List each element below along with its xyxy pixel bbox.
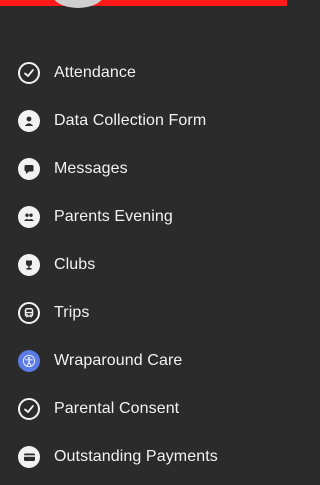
menu-item-label: Attendance — [54, 64, 136, 81]
menu-item-label: Messages — [54, 160, 128, 177]
menu-item-label: Data Collection Form — [54, 112, 207, 129]
menu-item-attendance[interactable]: Attendance — [0, 53, 287, 93]
chat-bubble-icon — [18, 158, 40, 180]
menu-item-trips[interactable]: Trips — [0, 293, 287, 333]
top-header — [0, 0, 287, 40]
menu-item-label: Wraparound Care — [54, 352, 183, 369]
menu-item-messages[interactable]: Messages — [0, 149, 287, 189]
menu-item-data-collection-form[interactable]: Data Collection Form — [0, 101, 287, 141]
menu-item-parental-consent[interactable]: Parental Consent — [0, 389, 287, 429]
menu-item-parents-evening[interactable]: Parents Evening — [0, 197, 287, 237]
menu-item-label: Outstanding Payments — [54, 448, 218, 465]
people-icon — [18, 206, 40, 228]
menu-item-label: Parental Consent — [54, 400, 180, 417]
bus-icon — [18, 302, 40, 324]
user-circle-icon — [18, 110, 40, 132]
menu-item-wraparound-care[interactable]: Wraparound Care — [0, 341, 287, 381]
card-icon — [18, 446, 40, 468]
top-red-label-fragment — [132, 0, 286, 6]
menu-item-outstanding-payments[interactable]: Outstanding Payments — [0, 437, 287, 477]
avatar — [52, 0, 104, 8]
menu-item-label: Clubs — [54, 256, 96, 273]
accessibility-icon — [18, 350, 40, 372]
check-circle-icon — [18, 62, 40, 84]
check-circle-icon — [18, 398, 40, 420]
menu-item-clubs[interactable]: Clubs — [0, 245, 287, 285]
trophy-icon — [18, 254, 40, 276]
menu-item-label: Trips — [54, 304, 90, 321]
menu-item-label: Parents Evening — [54, 208, 173, 225]
